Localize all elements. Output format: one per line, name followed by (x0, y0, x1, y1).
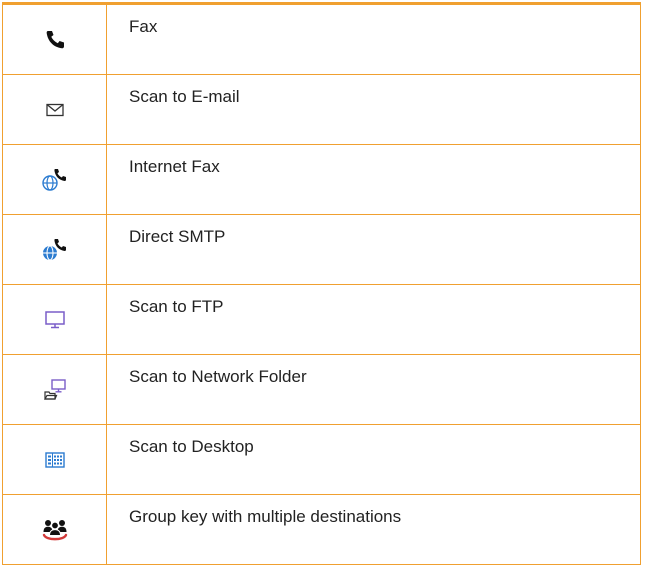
table-row: Group key with multiple destinations (2, 495, 641, 565)
destination-label: Scan to Desktop (107, 425, 641, 494)
table-row: Scan to Desktop (2, 425, 641, 495)
destination-type-table: Fax Scan to E-mail Internet Fax Direct S… (2, 2, 641, 565)
destination-label: Group key with multiple destinations (107, 495, 641, 564)
envelope-icon (45, 102, 65, 118)
desktop-icon (44, 450, 66, 470)
destination-label: Direct SMTP (107, 215, 641, 284)
group-icon (41, 517, 69, 543)
internet-fax-icon (41, 167, 69, 193)
phone-icon (43, 28, 67, 52)
table-row: Scan to Network Folder (2, 355, 641, 425)
monitor-icon (44, 310, 66, 330)
table-row: Scan to E-mail (2, 75, 641, 145)
table-row: Internet Fax (2, 145, 641, 215)
destination-label: Scan to E-mail (107, 75, 641, 144)
network-folder-icon (43, 378, 67, 402)
table-row: Direct SMTP (2, 215, 641, 285)
destination-label: Scan to Network Folder (107, 355, 641, 424)
table-row: Fax (2, 5, 641, 75)
destination-label: Scan to FTP (107, 285, 641, 354)
table-row: Scan to FTP (2, 285, 641, 355)
destination-label: Internet Fax (107, 145, 641, 214)
destination-label: Fax (107, 5, 641, 74)
direct-smtp-icon (41, 237, 69, 263)
